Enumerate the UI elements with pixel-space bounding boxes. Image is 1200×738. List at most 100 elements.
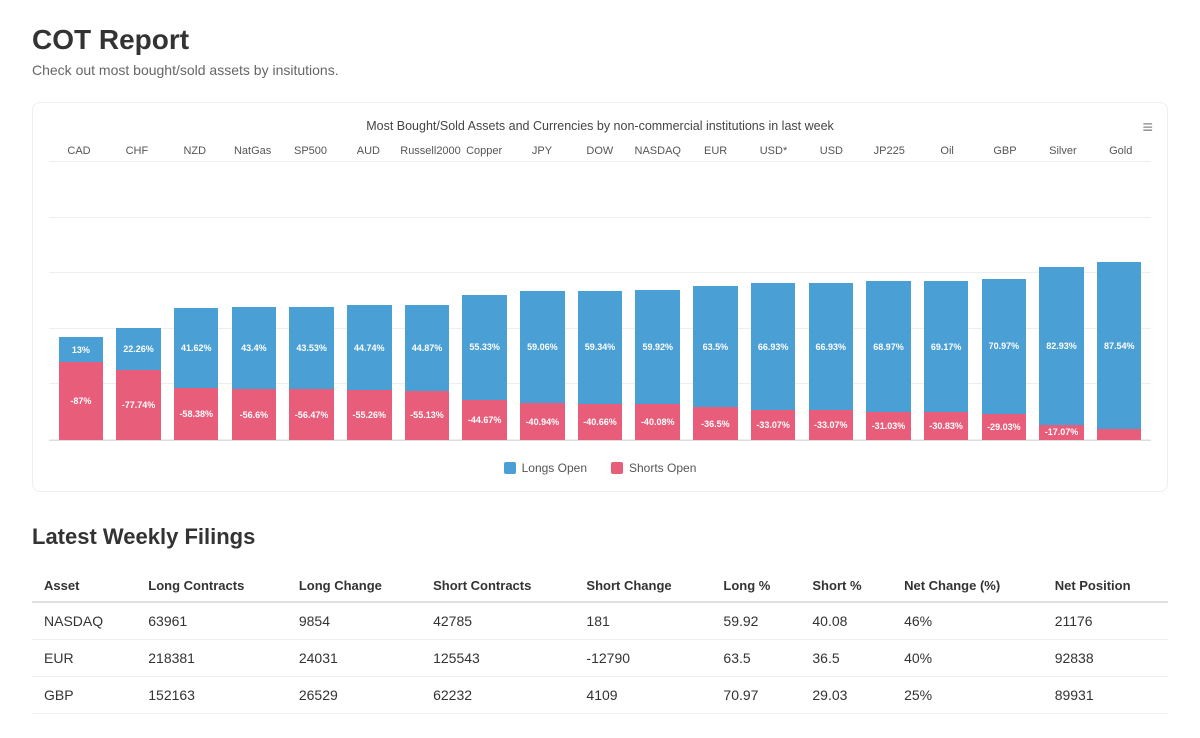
bar-long-oil: 69.17% bbox=[924, 281, 969, 413]
table-cell: 152163 bbox=[136, 677, 287, 714]
legend-longs: Longs Open bbox=[504, 461, 587, 475]
bar-group-cad: 13%-87% bbox=[53, 161, 109, 440]
chart-label-nzd: NZD bbox=[169, 145, 221, 157]
chart-title: Most Bought/Sold Assets and Currencies b… bbox=[49, 119, 1151, 133]
table-cell: 21176 bbox=[1043, 602, 1168, 640]
bar-short-oil: -30.83% bbox=[924, 412, 969, 440]
bar-short-sp500: -56.47% bbox=[289, 389, 334, 440]
filings-table: AssetLong ContractsLong ChangeShort Cont… bbox=[32, 570, 1168, 714]
legend-dot-long bbox=[504, 462, 516, 474]
bar-short-aud: -55.26% bbox=[347, 390, 392, 440]
bar-long-russell2000: 44.87% bbox=[405, 305, 450, 390]
bar-long-chf: 22.26% bbox=[116, 328, 161, 370]
bar-group-sp500: 43.53%-56.47% bbox=[284, 161, 340, 440]
bar-long-usd: 66.93% bbox=[809, 283, 854, 410]
bar-group-chf: 22.26%-77.74% bbox=[111, 161, 167, 440]
bar-short-jpy: -40.94% bbox=[520, 403, 565, 440]
bar-short-chf: -77.74% bbox=[116, 370, 161, 440]
bar-short-jp225: -31.03% bbox=[866, 412, 911, 440]
chart-label-silver: Silver bbox=[1037, 145, 1089, 157]
chart-label-eur: EUR bbox=[690, 145, 742, 157]
bar-short-silver: -17.07% bbox=[1039, 425, 1084, 440]
chart-area: 13%-87%22.26%-77.74%41.62%-58.38%43.4%-5… bbox=[49, 161, 1151, 441]
table-cell: 29.03 bbox=[800, 677, 892, 714]
table-cell: 218381 bbox=[136, 640, 287, 677]
col-header: Long % bbox=[711, 570, 800, 602]
bar-short-usd: -33.07% bbox=[809, 410, 854, 440]
bar-long-eur: 63.5% bbox=[693, 286, 738, 407]
table-cell: 89931 bbox=[1043, 677, 1168, 714]
bar-group-jpy: 59.06%-40.94% bbox=[515, 161, 571, 440]
col-header: Short % bbox=[800, 570, 892, 602]
bar-group-dow: 59.34%-40.66% bbox=[572, 161, 628, 440]
bar-group-aud: 44.74%-55.26% bbox=[341, 161, 397, 440]
table-cell: 62232 bbox=[421, 677, 574, 714]
chart-label-aud: AUD bbox=[342, 145, 394, 157]
bar-group-nzd: 41.62%-58.38% bbox=[168, 161, 224, 440]
table-cell: GBP bbox=[32, 677, 136, 714]
bar-group-silver: 82.93%-17.07% bbox=[1034, 161, 1090, 440]
col-header: Long Change bbox=[287, 570, 421, 602]
table-cell: 70.97 bbox=[711, 677, 800, 714]
bar-group-copper: 55.33%-44.67% bbox=[457, 161, 513, 440]
bar-group-gbp: 70.97%-29.03% bbox=[976, 161, 1032, 440]
chart-label-copper: Copper bbox=[458, 145, 510, 157]
chart-label-jp225: JP225 bbox=[863, 145, 915, 157]
bar-long-gbp: 70.97% bbox=[982, 279, 1027, 414]
bar-group-russell2000: 44.87%-55.13% bbox=[399, 161, 455, 440]
table-cell: 40.08 bbox=[800, 602, 892, 640]
bar-short-usd*: -33.07% bbox=[751, 410, 796, 440]
table-cell: 125543 bbox=[421, 640, 574, 677]
chart-label-russell2000: Russell2000 bbox=[400, 145, 452, 157]
table-cell: 59.92 bbox=[711, 602, 800, 640]
legend-dot-short bbox=[611, 462, 623, 474]
bar-short-eur: -36.5% bbox=[693, 407, 738, 440]
table-cell: 4109 bbox=[574, 677, 711, 714]
table-cell: 36.5 bbox=[800, 640, 892, 677]
table-cell: NASDAQ bbox=[32, 602, 136, 640]
table-cell: EUR bbox=[32, 640, 136, 677]
bar-long-jp225: 68.97% bbox=[866, 281, 911, 412]
table-cell: 63.5 bbox=[711, 640, 800, 677]
bar-group-nasdaq: 59.92%-40.08% bbox=[630, 161, 686, 440]
bar-short-dow: -40.66% bbox=[578, 404, 623, 440]
chart-label-oil: Oil bbox=[921, 145, 973, 157]
col-header: Short Change bbox=[574, 570, 711, 602]
bar-long-copper: 55.33% bbox=[462, 295, 507, 400]
table-cell: -12790 bbox=[574, 640, 711, 677]
bar-group-usd*: 66.93%-33.07% bbox=[745, 161, 801, 440]
bar-short-nzd: -58.38% bbox=[174, 388, 219, 440]
chart-label-dow: DOW bbox=[574, 145, 626, 157]
legend-shorts: Shorts Open bbox=[611, 461, 696, 475]
chart-label-jpy: JPY bbox=[516, 145, 568, 157]
table-cell: 181 bbox=[574, 602, 711, 640]
bar-long-usd*: 66.93% bbox=[751, 283, 796, 410]
bar-short-nasdaq: -40.08% bbox=[635, 404, 680, 440]
table-cell: 40% bbox=[892, 640, 1043, 677]
bar-long-sp500: 43.53% bbox=[289, 307, 334, 390]
menu-icon[interactable]: ≡ bbox=[1142, 117, 1153, 138]
bar-group-gold: 87.54% bbox=[1091, 161, 1147, 440]
col-header: Short Contracts bbox=[421, 570, 574, 602]
page-title: COT Report bbox=[32, 24, 1168, 56]
col-header: Asset bbox=[32, 570, 136, 602]
bar-long-silver: 82.93% bbox=[1039, 267, 1084, 425]
bar-long-gold: 87.54% bbox=[1097, 262, 1142, 429]
chart-container: Most Bought/Sold Assets and Currencies b… bbox=[32, 102, 1168, 492]
bar-long-jpy: 59.06% bbox=[520, 291, 565, 403]
bar-long-nzd: 41.62% bbox=[174, 308, 219, 387]
bar-short-copper: -44.67% bbox=[462, 400, 507, 440]
table-cell: 25% bbox=[892, 677, 1043, 714]
table-row: NASDAQ6396198544278518159.9240.0846%2117… bbox=[32, 602, 1168, 640]
chart-label-chf: CHF bbox=[111, 145, 163, 157]
bar-long-nasdaq: 59.92% bbox=[635, 290, 680, 404]
bar-long-dow: 59.34% bbox=[578, 291, 623, 404]
bar-short-cad: -87% bbox=[59, 362, 104, 440]
bar-short-russell2000: -55.13% bbox=[405, 391, 450, 440]
bar-group-natgas: 43.4%-56.6% bbox=[226, 161, 282, 440]
chart-legend: Longs Open Shorts Open bbox=[49, 453, 1151, 483]
table-head: AssetLong ContractsLong ChangeShort Cont… bbox=[32, 570, 1168, 602]
bar-long-natgas: 43.4% bbox=[232, 307, 277, 390]
bar-long-cad: 13% bbox=[59, 337, 104, 362]
chart-label-usd*: USD* bbox=[748, 145, 800, 157]
